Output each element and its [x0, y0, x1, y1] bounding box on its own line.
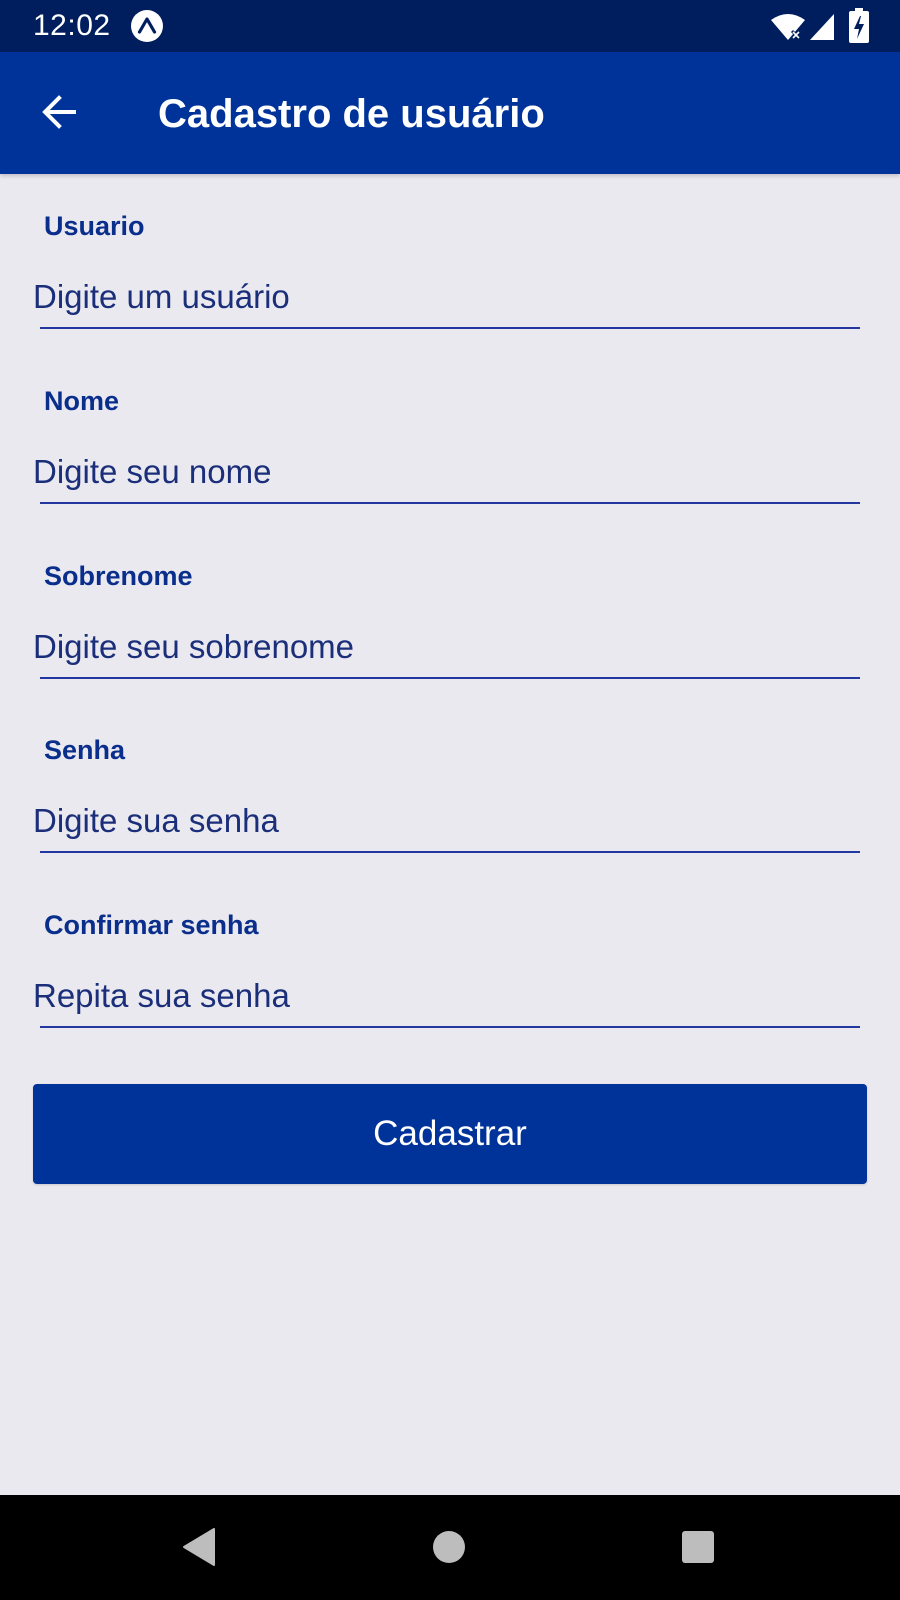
field-sobrenome: Sobrenome — [0, 524, 900, 684]
sobrenome-input[interactable] — [33, 624, 843, 670]
nome-input[interactable] — [33, 449, 843, 495]
nav-home-icon[interactable] — [433, 1531, 465, 1563]
field-label-sobrenome: Sobrenome — [44, 561, 193, 591]
field-senha: Senha — [0, 698, 900, 858]
nav-recent-icon[interactable] — [682, 1531, 714, 1563]
field-label-nome: Nome — [44, 386, 120, 416]
back-button[interactable] — [32, 82, 92, 142]
battery-charging-icon — [848, 8, 870, 44]
signal-icon — [808, 12, 836, 42]
wifi-icon — [770, 12, 806, 42]
field-underline — [40, 677, 860, 679]
status-bar: 12:02 — [0, 0, 900, 52]
field-underline — [40, 502, 860, 504]
cadastrar-button[interactable]: Cadastrar — [33, 1084, 867, 1184]
usuario-input[interactable] — [33, 274, 843, 320]
arrow-left-icon — [42, 95, 76, 129]
system-nav-bar — [0, 1495, 900, 1600]
field-label-usuario: Usuario — [44, 211, 145, 241]
status-time: 12:02 — [33, 9, 111, 42]
field-confirmar-senha: Confirmar senha — [0, 873, 900, 1033]
field-usuario: Usuario — [0, 174, 900, 334]
expo-icon — [131, 10, 163, 42]
field-label-senha: Senha — [44, 735, 126, 765]
confirmar-senha-input[interactable] — [33, 973, 843, 1019]
field-underline — [40, 1026, 860, 1028]
page-title: Cadastro de usuário — [158, 92, 545, 136]
field-underline — [40, 327, 860, 329]
field-label-confirmar-senha: Confirmar senha — [44, 910, 259, 940]
field-nome: Nome — [0, 349, 900, 509]
field-underline — [40, 851, 860, 853]
app-bar: Cadastro de usuário — [0, 52, 900, 174]
senha-input[interactable] — [33, 798, 843, 844]
nav-back-icon[interactable] — [182, 1527, 216, 1567]
